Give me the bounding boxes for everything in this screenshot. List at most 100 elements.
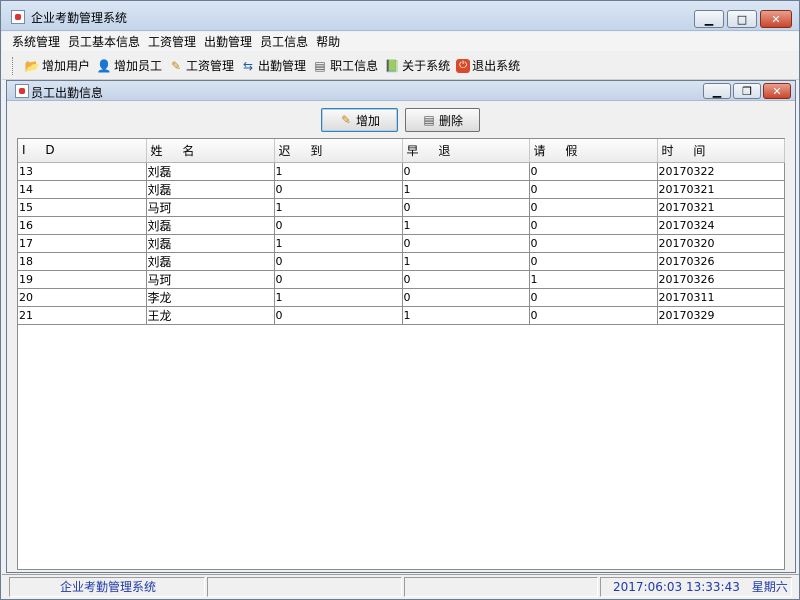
cell-late[interactable]: 1 bbox=[274, 198, 403, 217]
cell-date[interactable]: 20170322 bbox=[657, 162, 785, 181]
menu-help[interactable]: 帮助 bbox=[316, 33, 340, 50]
menu-employee-basic[interactable]: 员工基本信息 bbox=[68, 33, 140, 50]
cell-date[interactable]: 20170320 bbox=[657, 234, 785, 253]
minimize-icon: ▁ bbox=[704, 12, 714, 26]
cell-leave[interactable]: 0 bbox=[529, 180, 658, 199]
menu-attendance[interactable]: 出勤管理 bbox=[204, 33, 252, 50]
cell-name[interactable]: 刘磊 bbox=[146, 162, 275, 181]
cell-early-leave[interactable]: 1 bbox=[402, 180, 530, 199]
menu-salary[interactable]: 工资管理 bbox=[148, 33, 196, 50]
cell-name[interactable]: 刘磊 bbox=[146, 180, 275, 199]
table-row[interactable]: 16 刘磊 0 1 0 20170324 bbox=[18, 216, 785, 235]
frame-close-button[interactable]: ✕ bbox=[763, 83, 791, 99]
column-header-id[interactable]: I D bbox=[18, 139, 147, 163]
exit-system-button[interactable]: ⏻ 退出系统 bbox=[456, 57, 520, 74]
add-record-button[interactable]: ✎ 增加 bbox=[321, 108, 398, 132]
cell-date[interactable]: 20170321 bbox=[657, 180, 785, 199]
attendance-table[interactable]: I D 姓 名 迟 到 早 退 请 假 时 间 13 刘磊 1 0 0 20170322 1… bbox=[17, 138, 785, 570]
cell-id[interactable]: 19 bbox=[18, 270, 147, 289]
toolbar-grip[interactable] bbox=[12, 56, 16, 75]
cell-id[interactable]: 14 bbox=[18, 180, 147, 199]
staff-info-button[interactable]: ▤ 职工信息 bbox=[312, 57, 378, 74]
cell-name[interactable]: 王龙 bbox=[146, 306, 275, 325]
cell-id[interactable]: 16 bbox=[18, 216, 147, 235]
cell-name[interactable]: 刘磊 bbox=[146, 252, 275, 271]
cell-late[interactable]: 1 bbox=[274, 162, 403, 181]
cell-id[interactable]: 21 bbox=[18, 306, 147, 325]
cell-leave[interactable]: 0 bbox=[529, 288, 658, 307]
cell-early-leave[interactable]: 0 bbox=[402, 198, 530, 217]
table-row[interactable]: 20 李龙 1 0 0 20170311 bbox=[18, 288, 785, 307]
cell-leave[interactable]: 0 bbox=[529, 306, 658, 325]
table-row[interactable]: 18 刘磊 0 1 0 20170326 bbox=[18, 252, 785, 271]
cell-late[interactable]: 0 bbox=[274, 270, 403, 289]
cell-id[interactable]: 17 bbox=[18, 234, 147, 253]
cell-early-leave[interactable]: 1 bbox=[402, 252, 530, 271]
cell-late[interactable]: 0 bbox=[274, 180, 403, 199]
table-row[interactable]: 14 刘磊 0 1 0 20170321 bbox=[18, 180, 785, 199]
cell-early-leave[interactable]: 1 bbox=[402, 306, 530, 325]
frame-minimize-button[interactable]: ▁ bbox=[703, 83, 731, 99]
cell-early-leave[interactable]: 0 bbox=[402, 234, 530, 253]
cell-date[interactable]: 20170326 bbox=[657, 270, 785, 289]
cell-name[interactable]: 李龙 bbox=[146, 288, 275, 307]
column-header-date[interactable]: 时 间 bbox=[657, 139, 785, 163]
table-row[interactable]: 15 马珂 1 0 0 20170321 bbox=[18, 198, 785, 217]
title-bar[interactable]: 企业考勤管理系统 ▁ □ ✕ bbox=[1, 1, 799, 31]
cell-early-leave[interactable]: 0 bbox=[402, 270, 530, 289]
cell-leave[interactable]: 0 bbox=[529, 252, 658, 271]
salary-management-button[interactable]: ✎ 工资管理 bbox=[168, 57, 234, 74]
cell-late[interactable]: 1 bbox=[274, 288, 403, 307]
delete-record-button[interactable]: ▤ 删除 bbox=[405, 108, 480, 132]
add-user-label: 增加用户 bbox=[42, 59, 91, 73]
cell-date[interactable]: 20170329 bbox=[657, 306, 785, 325]
minimize-button[interactable]: ▁ bbox=[694, 10, 724, 28]
cell-late[interactable]: 1 bbox=[274, 234, 403, 253]
column-header-late[interactable]: 迟 到 bbox=[274, 139, 403, 163]
cell-date[interactable]: 20170321 bbox=[657, 198, 785, 217]
delete-record-label: 删除 bbox=[438, 113, 463, 128]
table-row[interactable]: 19 马珂 0 0 1 20170326 bbox=[18, 270, 785, 289]
add-record-label: 增加 bbox=[355, 113, 380, 128]
column-header-early-leave[interactable]: 早 退 bbox=[402, 139, 530, 163]
maximize-button[interactable]: □ bbox=[727, 10, 757, 28]
cell-id[interactable]: 20 bbox=[18, 288, 147, 307]
menu-employee-info[interactable]: 员工信息 bbox=[260, 33, 308, 50]
cell-name[interactable]: 马珂 bbox=[146, 270, 275, 289]
cell-date[interactable]: 20170324 bbox=[657, 216, 785, 235]
table-row[interactable]: 21 王龙 0 1 0 20170329 bbox=[18, 306, 785, 325]
cell-date[interactable]: 20170326 bbox=[657, 252, 785, 271]
column-header-name[interactable]: 姓 名 bbox=[146, 139, 275, 163]
cell-name[interactable]: 马珂 bbox=[146, 198, 275, 217]
table-row[interactable]: 13 刘磊 1 0 0 20170322 bbox=[18, 162, 785, 181]
cell-leave[interactable]: 0 bbox=[529, 216, 658, 235]
cell-early-leave[interactable]: 0 bbox=[402, 288, 530, 307]
cell-early-leave[interactable]: 1 bbox=[402, 216, 530, 235]
menu-system[interactable]: 系统管理 bbox=[12, 33, 60, 50]
cell-leave[interactable]: 0 bbox=[529, 198, 658, 217]
cell-leave[interactable]: 0 bbox=[529, 162, 658, 181]
cell-name[interactable]: 刘磊 bbox=[146, 216, 275, 235]
attendance-management-button[interactable]: ⇆ 出勤管理 bbox=[240, 57, 306, 74]
frame-title-bar[interactable]: 员工出勤信息 ▁ ❐ ✕ bbox=[7, 81, 795, 101]
cell-id[interactable]: 15 bbox=[18, 198, 147, 217]
cell-late[interactable]: 0 bbox=[274, 306, 403, 325]
cell-leave[interactable]: 0 bbox=[529, 234, 658, 253]
cell-late[interactable]: 0 bbox=[274, 216, 403, 235]
cell-id[interactable]: 13 bbox=[18, 162, 147, 181]
frame-restore-button[interactable]: ❐ bbox=[733, 83, 761, 99]
cell-late[interactable]: 0 bbox=[274, 252, 403, 271]
cell-early-leave[interactable]: 0 bbox=[402, 162, 530, 181]
table-row[interactable]: 17 刘磊 1 0 0 20170320 bbox=[18, 234, 785, 253]
add-employee-button[interactable]: 👤 增加员工 bbox=[96, 57, 163, 74]
status-weekday: 星期六 bbox=[751, 580, 788, 594]
cell-id[interactable]: 18 bbox=[18, 252, 147, 271]
staff-info-label: 职工信息 bbox=[330, 59, 379, 73]
about-system-button[interactable]: 📗 关于系统 bbox=[384, 57, 451, 74]
cell-leave[interactable]: 1 bbox=[529, 270, 658, 289]
close-button[interactable]: ✕ bbox=[760, 10, 792, 28]
cell-date[interactable]: 20170311 bbox=[657, 288, 785, 307]
add-user-button[interactable]: 📂 增加用户 bbox=[24, 57, 91, 74]
column-header-leave[interactable]: 请 假 bbox=[529, 139, 658, 163]
cell-name[interactable]: 刘磊 bbox=[146, 234, 275, 253]
